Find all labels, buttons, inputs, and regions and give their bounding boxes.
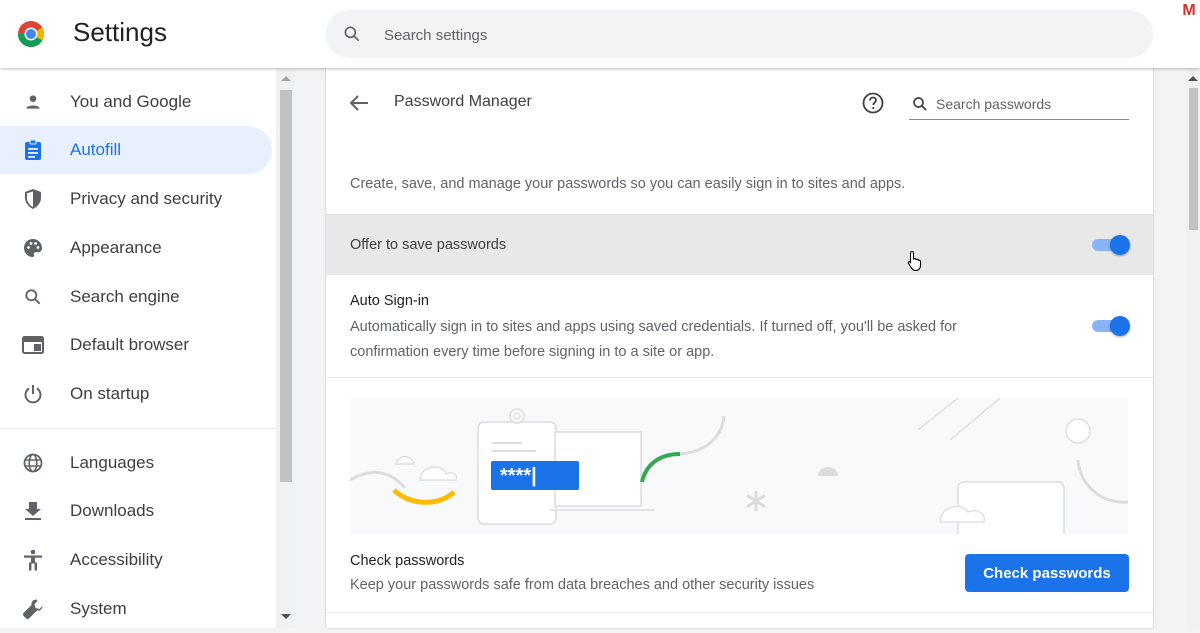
sidebar-item-downloads[interactable]: Downloads (0, 487, 272, 535)
scrollbar-thumb[interactable] (1189, 88, 1198, 230)
check-passwords-title: Check passwords (350, 553, 465, 569)
palette-icon (21, 236, 45, 260)
scroll-down-arrow-icon[interactable] (281, 614, 291, 619)
password-manager-card: Password Manager Create, save, and manag… (326, 68, 1153, 628)
sidebar-item-system[interactable]: System (0, 585, 272, 633)
sidebar-item-label: Search engine (70, 287, 180, 306)
scroll-up-arrow-icon[interactable] (1188, 76, 1198, 81)
check-passwords-illustration: ****| (350, 398, 1128, 534)
sidebar-item-accessibility[interactable]: Accessibility (0, 536, 272, 584)
page-scrollbar[interactable] (1186, 68, 1200, 628)
password-search-field[interactable] (909, 91, 1129, 120)
download-icon (21, 499, 45, 523)
toggle-knob (1110, 316, 1130, 336)
password-search-input[interactable] (934, 91, 1128, 117)
check-passwords-row: Check passwords Keep your passwords safe… (326, 534, 1153, 613)
globe-icon (21, 451, 45, 475)
browser-icon (21, 333, 45, 357)
person-icon (21, 90, 45, 114)
card-header: Password Manager (326, 68, 1153, 138)
sidebar-item-label: System (70, 599, 127, 618)
sidebar-item-label: Appearance (70, 238, 162, 257)
sidebar: You and Google Autofill Privacy and secu… (0, 68, 276, 628)
sidebar-item-default-browser[interactable]: Default browser (0, 321, 272, 369)
help-icon[interactable] (861, 91, 885, 115)
shield-icon (21, 187, 45, 211)
section-description: Create, save, and manage your passwords … (350, 176, 906, 192)
back-arrow-icon[interactable] (348, 92, 370, 114)
top-bar: Settings M (0, 0, 1200, 68)
chrome-logo-icon (17, 21, 45, 48)
offer-to-save-toggle[interactable] (1090, 234, 1130, 255)
sidebar-item-you-and-google[interactable]: You and Google (0, 78, 272, 126)
check-passwords-description: Keep your passwords safe from data breac… (350, 577, 815, 593)
check-passwords-button[interactable]: Check passwords (965, 554, 1129, 592)
search-icon (913, 97, 927, 111)
sidebar-item-label: Default browser (70, 335, 190, 354)
sidebar-item-label: Downloads (70, 501, 155, 520)
illustration-art: ****| (350, 398, 1128, 534)
scroll-up-arrow-icon[interactable] (281, 76, 291, 81)
wrench-icon (21, 597, 45, 621)
offer-to-save-label: Offer to save passwords (350, 237, 507, 253)
sidebar-item-autofill[interactable]: Autofill (0, 126, 272, 174)
search-bar[interactable] (326, 10, 1153, 60)
sidebar-item-label: Autofill (70, 140, 122, 159)
search-icon (344, 26, 360, 42)
sidebar-item-label: Privacy and security (70, 189, 223, 208)
sidebar-item-on-startup[interactable]: On startup (0, 370, 272, 418)
sidebar-item-label: Accessibility (70, 550, 163, 569)
toggle-knob (1110, 235, 1130, 255)
sidebar-item-search-engine[interactable]: Search engine (0, 273, 272, 321)
sidebar-item-label: You and Google (70, 92, 192, 111)
section-title: Password Manager (394, 93, 532, 110)
clipboard-icon (21, 138, 45, 162)
auto-signin-toggle[interactable] (1090, 315, 1130, 336)
extension-badge[interactable]: M (1180, 2, 1198, 20)
search-input[interactable] (382, 10, 1126, 60)
sidebar-item-languages[interactable]: Languages (0, 439, 272, 487)
auto-signin-title: Auto Sign-in (350, 293, 429, 309)
sidebar-item-appearance[interactable]: Appearance (0, 224, 272, 272)
hand-cursor-icon (907, 250, 922, 272)
sidebar-scrollbar[interactable] (277, 68, 295, 628)
offer-to-save-row[interactable]: Offer to save passwords (326, 214, 1153, 275)
power-icon (21, 382, 45, 406)
auto-signin-description: Automatically sign in to sites and apps … (350, 319, 958, 360)
sidebar-item-label: Languages (70, 453, 155, 472)
scrollbar-thumb[interactable] (280, 90, 292, 482)
accessibility-icon (21, 548, 45, 572)
sidebar-item-privacy-and-security[interactable]: Privacy and security (0, 175, 272, 223)
page-title: Settings (73, 17, 167, 47)
sidebar-divider (0, 428, 276, 429)
auto-signin-row: Auto Sign-in Automatically sign in to si… (326, 275, 1153, 378)
masked-password-text: ****| (500, 465, 537, 487)
sidebar-item-label: On startup (70, 384, 150, 403)
search-icon (21, 285, 45, 309)
